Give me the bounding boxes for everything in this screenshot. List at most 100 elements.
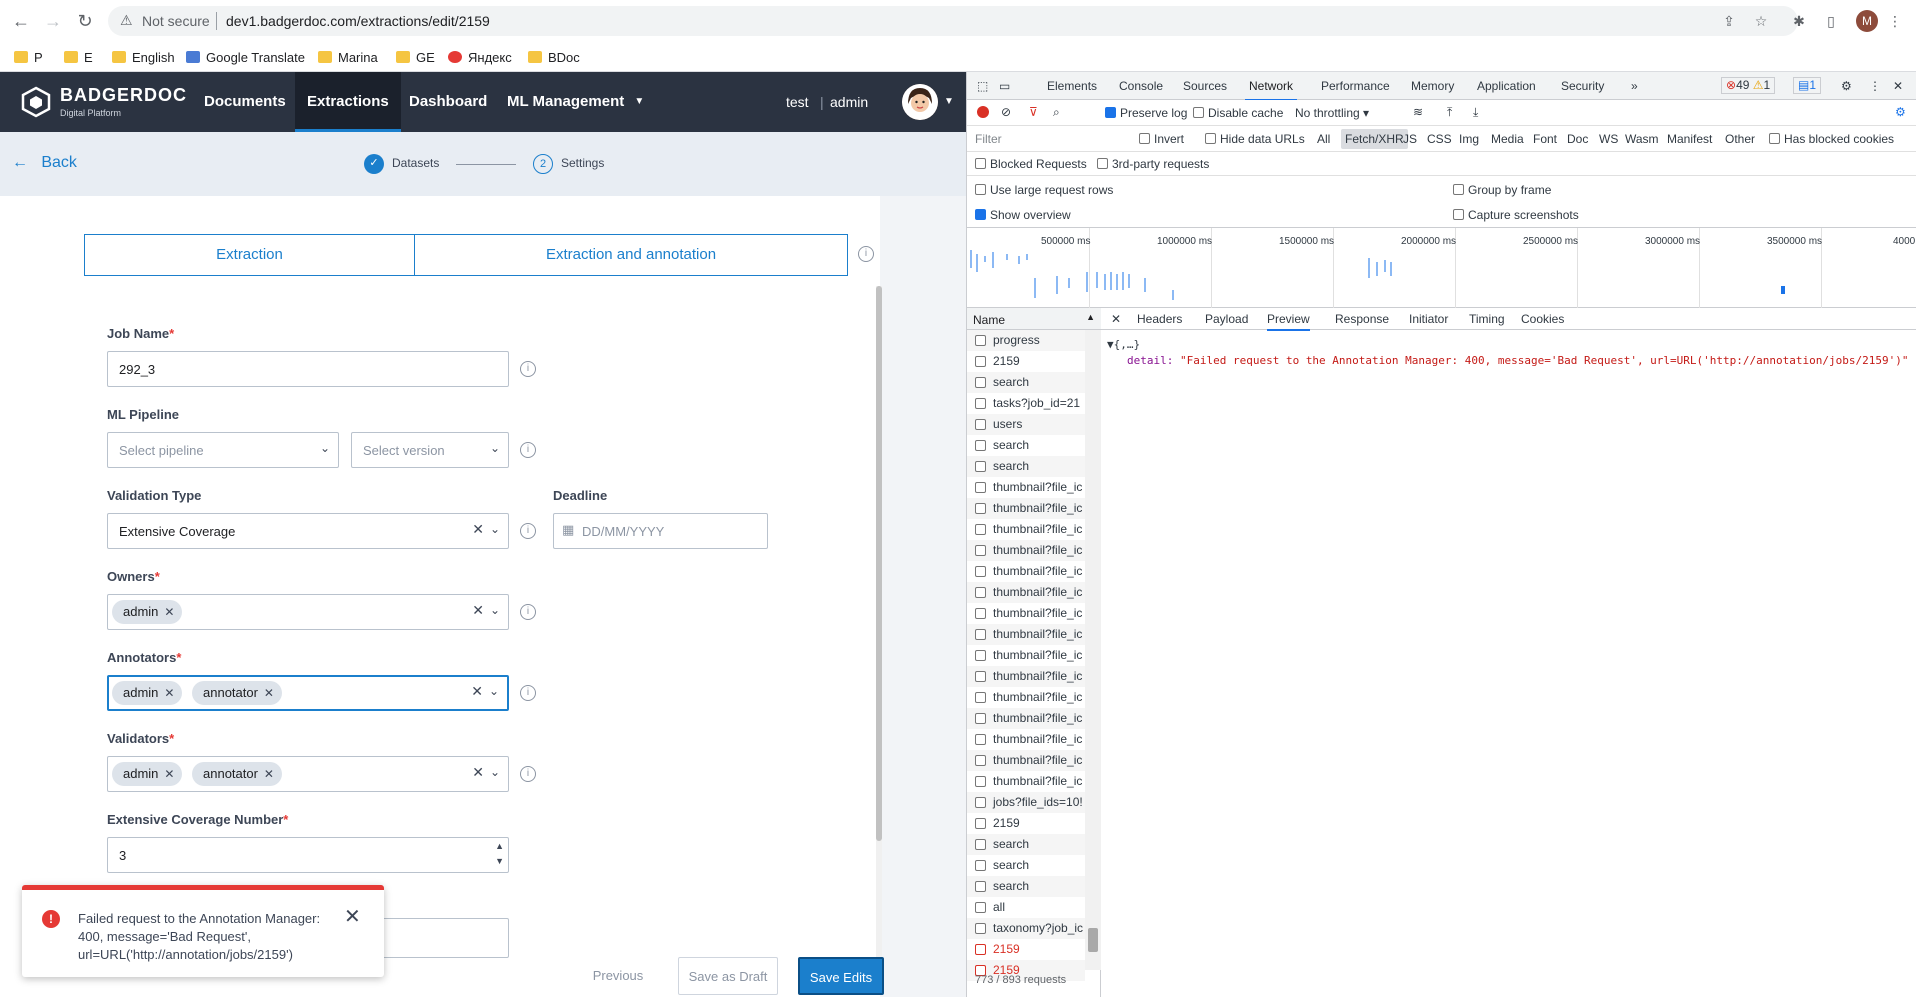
request-row[interactable]: thumbnail?file_ic bbox=[967, 582, 1085, 603]
tab-sources[interactable]: Sources bbox=[1183, 79, 1227, 93]
step-datasets[interactable]: Datasets bbox=[392, 156, 439, 170]
job-name-input[interactable]: 292_3 bbox=[107, 351, 509, 387]
number-stepper[interactable]: ▲ ▼ bbox=[495, 839, 504, 869]
type-media[interactable]: Media bbox=[1491, 132, 1524, 146]
close-devtools-icon[interactable]: ✕ bbox=[1893, 79, 1903, 93]
hide-data-urls-checkbox[interactable]: Hide data URLs bbox=[1205, 132, 1305, 146]
request-row[interactable]: thumbnail?file_ic bbox=[967, 561, 1085, 582]
tab-memory[interactable]: Memory bbox=[1411, 79, 1454, 93]
bookmark-item[interactable]: GE bbox=[396, 49, 435, 67]
request-row[interactable]: thumbnail?file_ic bbox=[967, 750, 1085, 771]
request-row[interactable]: thumbnail?file_ic bbox=[967, 771, 1085, 792]
clear-log-icon[interactable]: ⊘ bbox=[1001, 105, 1011, 119]
request-row[interactable]: progress bbox=[967, 330, 1085, 351]
type-font[interactable]: Font bbox=[1533, 132, 1557, 146]
annotators-select[interactable]: admin ✕ annotator ✕ ✕ ⌄ bbox=[107, 675, 509, 711]
tab-cookies[interactable]: Cookies bbox=[1521, 312, 1564, 326]
tab-headers[interactable]: Headers bbox=[1137, 312, 1182, 326]
bookmark-item[interactable]: English bbox=[112, 49, 175, 67]
settings-gear-icon[interactable]: ⚙ bbox=[1841, 79, 1852, 93]
validators-select[interactable]: admin ✕ annotator ✕ ✕ ⌄ bbox=[107, 756, 509, 792]
type-manifest[interactable]: Manifest bbox=[1667, 132, 1712, 146]
type-css[interactable]: CSS bbox=[1427, 132, 1452, 146]
owners-select[interactable]: admin ✕ ✕ ⌄ bbox=[107, 594, 509, 630]
issue-counters[interactable]: ⊗49 ⚠1 bbox=[1721, 77, 1776, 94]
request-row[interactable]: tasks?job_id=21 bbox=[967, 393, 1085, 414]
extensions-icon[interactable]: ✱ bbox=[1790, 12, 1808, 30]
bookmark-item[interactable]: BDoc bbox=[528, 49, 580, 67]
request-row[interactable]: search bbox=[967, 456, 1085, 477]
pipeline-select[interactable]: Select pipeline ⌄ bbox=[107, 432, 339, 468]
request-row[interactable]: thumbnail?file_ic bbox=[967, 477, 1085, 498]
devtools-menu-icon[interactable]: ⋮ bbox=[1869, 79, 1881, 93]
tab-network[interactable]: Network bbox=[1244, 79, 1298, 101]
disable-cache-checkbox[interactable]: Disable cache bbox=[1193, 106, 1283, 120]
previous-button[interactable]: Previous bbox=[574, 957, 662, 995]
type-js[interactable]: JS bbox=[1403, 132, 1417, 146]
tab-console[interactable]: Console bbox=[1119, 79, 1163, 93]
close-icon[interactable]: ✕ bbox=[344, 904, 361, 929]
invert-checkbox[interactable]: Invert bbox=[1139, 132, 1184, 146]
more-tabs-icon[interactable]: » bbox=[1631, 79, 1638, 93]
has-blocked-cookies-checkbox[interactable]: Has blocked cookies bbox=[1769, 132, 1894, 146]
type-ws[interactable]: WS bbox=[1599, 132, 1618, 146]
bookmark-item[interactable]: Google Translate bbox=[186, 49, 305, 67]
filter-icon[interactable]: ⊽ bbox=[1029, 105, 1038, 119]
profile-avatar[interactable]: M bbox=[1856, 10, 1878, 32]
info-icon[interactable]: i bbox=[858, 246, 874, 262]
close-detail-icon[interactable]: ✕ bbox=[1111, 312, 1121, 326]
request-row[interactable]: search bbox=[967, 876, 1085, 897]
request-row[interactable]: thumbnail?file_ic bbox=[967, 540, 1085, 561]
info-icon[interactable]: i bbox=[520, 604, 536, 620]
third-party-checkbox[interactable]: 3rd-party requests bbox=[1097, 157, 1209, 171]
request-row[interactable]: search bbox=[967, 372, 1085, 393]
request-row[interactable]: thumbnail?file_ic bbox=[967, 603, 1085, 624]
share-icon[interactable]: ⇪ bbox=[1720, 12, 1738, 30]
capture-screenshots-checkbox[interactable]: Capture screenshots bbox=[1453, 208, 1579, 222]
back-arrow-icon[interactable]: ← bbox=[10, 10, 32, 32]
bookmark-item[interactable]: P bbox=[14, 49, 43, 67]
nav-dashboard[interactable]: Dashboard bbox=[397, 72, 499, 132]
type-doc[interactable]: Doc bbox=[1567, 132, 1588, 146]
tab-security[interactable]: Security bbox=[1561, 79, 1604, 93]
request-row[interactable]: all bbox=[967, 897, 1085, 918]
request-row[interactable]: thumbnail?file_ic bbox=[967, 624, 1085, 645]
request-row[interactable]: thumbnail?file_ic bbox=[967, 666, 1085, 687]
json-root[interactable]: ▼{,…} bbox=[1107, 338, 1140, 351]
device-toggle-icon[interactable]: ▭ bbox=[999, 79, 1010, 93]
step-settings[interactable]: Settings bbox=[561, 156, 604, 170]
network-conditions-icon[interactable]: ≋ bbox=[1413, 105, 1423, 119]
remove-chip-icon[interactable]: ✕ bbox=[264, 681, 274, 705]
message-counter[interactable]: ▤1 bbox=[1793, 77, 1822, 94]
request-row[interactable]: thumbnail?file_ic bbox=[967, 519, 1085, 540]
tab-initiator[interactable]: Initiator bbox=[1409, 312, 1448, 326]
bookmark-item[interactable]: E bbox=[64, 49, 93, 67]
type-all[interactable]: All bbox=[1317, 132, 1330, 146]
info-icon[interactable]: i bbox=[520, 685, 536, 701]
nav-documents[interactable]: Documents bbox=[192, 72, 298, 132]
url-text[interactable]: dev1.badgerdoc.com/extractions/edit/2159 bbox=[226, 13, 490, 29]
request-row[interactable]: 2159 bbox=[967, 813, 1085, 834]
tab-elements[interactable]: Elements bbox=[1047, 79, 1097, 93]
inspect-icon[interactable]: ⬚ bbox=[977, 79, 988, 93]
validation-type-select[interactable]: Extensive Coverage ✕ ⌄ bbox=[107, 513, 509, 549]
info-icon[interactable]: i bbox=[520, 766, 536, 782]
deadline-input[interactable]: ▦ DD/MM/YYYY bbox=[553, 513, 768, 549]
request-row[interactable]: search bbox=[967, 435, 1085, 456]
show-overview-checkbox[interactable]: Show overview bbox=[975, 208, 1071, 222]
nav-extractions[interactable]: Extractions bbox=[295, 72, 401, 132]
name-column-header[interactable]: Name ▲ bbox=[967, 308, 1101, 330]
request-list-scrollbar[interactable] bbox=[1085, 330, 1101, 970]
remove-chip-icon[interactable]: ✕ bbox=[164, 681, 174, 705]
request-row[interactable]: search bbox=[967, 834, 1085, 855]
info-icon[interactable]: i bbox=[520, 523, 536, 539]
reload-icon[interactable]: ↻ bbox=[74, 10, 96, 32]
preserve-log-checkbox[interactable]: Preserve log bbox=[1105, 106, 1187, 120]
request-row[interactable]: search bbox=[967, 855, 1085, 876]
request-row[interactable]: thumbnail?file_ic bbox=[967, 729, 1085, 750]
throttling-select[interactable]: No throttling ▾ bbox=[1295, 106, 1369, 120]
bookmark-star-icon[interactable]: ☆ bbox=[1752, 12, 1770, 30]
large-rows-checkbox[interactable]: Use large request rows bbox=[975, 183, 1113, 197]
bookmark-item[interactable]: Marina bbox=[318, 49, 378, 67]
tab-extraction-annotation[interactable]: Extraction and annotation bbox=[415, 235, 847, 275]
